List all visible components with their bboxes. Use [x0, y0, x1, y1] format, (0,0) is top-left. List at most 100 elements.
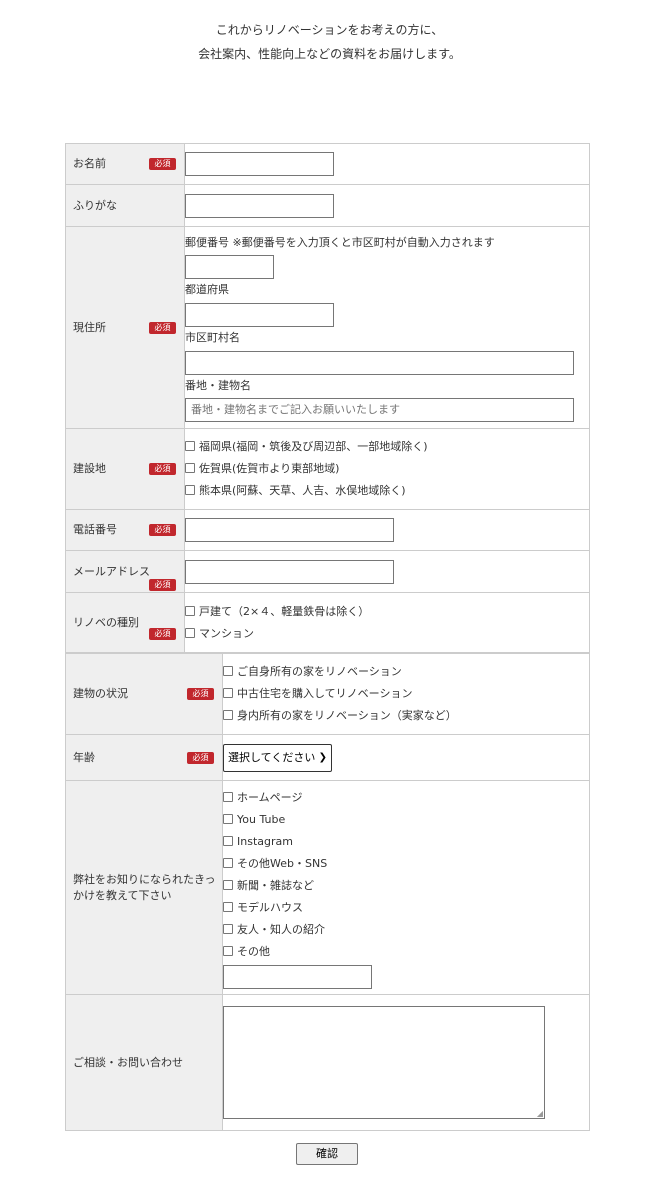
- contact-form-table-1: お名前 必須 ふりがな 現住所 必須 郵便番号 ※郵便番号を入力頂くと市区町村が…: [65, 143, 590, 653]
- checkbox[interactable]: [223, 835, 233, 846]
- address-value-cell: 郵便番号 ※郵便番号を入力頂くと市区町村が自動入力されます 都道府県 市区町村名…: [184, 226, 590, 429]
- renovation-type-value-cell: 戸建て（2×４、軽量鉄骨は除く） マンション: [184, 592, 590, 653]
- building-status-option-own[interactable]: ご自身所有の家をリノベーション: [223, 661, 589, 683]
- option-label: その他: [237, 944, 270, 958]
- phone-label: 電話番号: [73, 523, 117, 536]
- prefecture-input[interactable]: [185, 303, 334, 327]
- inquiry-textarea[interactable]: ◢: [223, 1006, 545, 1119]
- checkbox[interactable]: [185, 627, 195, 638]
- source-other-input[interactable]: [223, 964, 372, 989]
- checkbox[interactable]: [223, 857, 233, 868]
- checkbox[interactable]: [223, 879, 233, 890]
- prefecture-label: 都道府県: [185, 283, 229, 296]
- contact-form-table-2: 建物の状況 必須 ご自身所有の家をリノベーション 中古住宅を購入してリノベーショ…: [65, 653, 590, 1131]
- email-input[interactable]: [185, 559, 394, 584]
- name-input[interactable]: [185, 152, 334, 176]
- age-select-value: 選択してください: [228, 750, 316, 764]
- checkbox[interactable]: [223, 688, 233, 698]
- option-label: モデルハウス: [237, 900, 303, 914]
- option-label: その他Web・SNS: [237, 856, 328, 870]
- source-option-homepage[interactable]: ホームページ: [223, 787, 589, 809]
- row-name: お名前 必須: [65, 143, 590, 185]
- name-label-cell: お名前 必須: [65, 143, 185, 185]
- source-option-youtube[interactable]: You Tube: [223, 809, 589, 831]
- phone-input[interactable]: [185, 518, 394, 542]
- option-label: 友人・知人の紹介: [237, 922, 325, 936]
- intro-line-2: 会社案内、性能向上などの資料をお届けします。: [198, 47, 461, 61]
- renovation-type-option-condo[interactable]: マンション: [185, 623, 589, 645]
- age-label: 年齢: [73, 750, 95, 764]
- row-renovation-type: リノベの種別 必須 戸建て（2×４、軽量鉄骨は除く） マンション: [65, 592, 590, 653]
- furigana-value-cell: [184, 184, 590, 227]
- city-input[interactable]: [185, 351, 574, 375]
- row-age: 年齢 必須 選択してください ❯: [65, 734, 590, 781]
- option-label: マンション: [199, 626, 254, 640]
- address-label-cell: 現住所 必須: [65, 226, 185, 429]
- submit-button[interactable]: 確認: [296, 1143, 358, 1165]
- age-label-cell: 年齢 必須: [65, 734, 223, 781]
- building-status-value-cell: ご自身所有の家をリノベーション 中古住宅を購入してリノベーション 身内所有の家を…: [222, 653, 590, 735]
- row-source: 弊社をお知りになられたきっ かけを教えて下さい ホームページ You Tube …: [65, 780, 590, 995]
- row-inquiry: ご相談・お問い合わせ ◢: [65, 994, 590, 1131]
- age-select[interactable]: 選択してください ❯: [223, 743, 332, 772]
- required-badge: 必須: [149, 321, 176, 334]
- row-email: メールアドレス 必須: [65, 550, 590, 593]
- option-label: ホームページ: [237, 790, 303, 804]
- source-option-referral[interactable]: 友人・知人の紹介: [223, 919, 589, 941]
- renovation-type-option-house[interactable]: 戸建て（2×４、軽量鉄骨は除く）: [185, 601, 589, 623]
- checkbox[interactable]: [223, 666, 233, 676]
- row-address: 現住所 必須 郵便番号 ※郵便番号を入力頂くと市区町村が自動入力されます 都道府…: [65, 226, 590, 429]
- street-input[interactable]: 番地・建物名までご記入お願いいたします: [185, 398, 574, 422]
- email-value-cell: [184, 550, 590, 593]
- checkbox[interactable]: [185, 463, 195, 473]
- checkbox[interactable]: [185, 605, 195, 616]
- resize-handle-icon[interactable]: ◢: [537, 1109, 543, 1118]
- source-option-model-house[interactable]: モデルハウス: [223, 897, 589, 919]
- option-label: 戸建て（2×４、軽量鉄骨は除く）: [199, 604, 370, 618]
- checkbox[interactable]: [223, 923, 233, 934]
- source-option-newspaper[interactable]: 新聞・雑誌など: [223, 875, 589, 897]
- inquiry-label: ご相談・お問い合わせ: [73, 1055, 183, 1069]
- build-site-label-cell: 建設地 必須: [65, 428, 185, 510]
- furigana-input[interactable]: [185, 193, 334, 218]
- required-badge: 必須: [149, 158, 176, 170]
- checkbox[interactable]: [223, 901, 233, 912]
- checkbox[interactable]: [223, 710, 233, 720]
- checkbox[interactable]: [185, 441, 195, 451]
- option-label: ご自身所有の家をリノベーション: [237, 665, 402, 678]
- postal-code-input[interactable]: [185, 255, 274, 279]
- source-option-other-web[interactable]: その他Web・SNS: [223, 853, 589, 875]
- building-status-label-cell: 建物の状況 必須: [65, 653, 223, 735]
- street-label: 番地・建物名: [185, 379, 251, 392]
- building-status-option-used[interactable]: 中古住宅を購入してリノベーション: [223, 683, 589, 705]
- age-value-cell: 選択してください ❯: [222, 734, 590, 781]
- option-label: You Tube: [237, 812, 286, 826]
- building-status-label: 建物の状況: [73, 687, 128, 700]
- source-label-cell: 弊社をお知りになられたきっ かけを教えて下さい: [65, 780, 223, 995]
- build-site-option-kumamoto[interactable]: 熊本県(阿蘇、天草、人吉、水俣地域除く): [185, 480, 589, 502]
- required-badge: 必須: [149, 628, 176, 640]
- required-badge: 必須: [149, 524, 176, 536]
- checkbox[interactable]: [223, 945, 233, 956]
- build-site-value-cell: 福岡県(福岡・筑後及び周辺部、一部地域除く) 佐賀県(佐賀市より東部地域) 熊本…: [184, 428, 590, 510]
- checkbox[interactable]: [223, 791, 233, 802]
- source-option-other[interactable]: その他: [223, 941, 589, 963]
- renovation-type-label-cell: リノベの種別 必須: [65, 592, 185, 653]
- checkbox[interactable]: [223, 813, 233, 824]
- source-option-instagram[interactable]: Instagram: [223, 831, 589, 853]
- source-label-line-2: かけを教えて下さい: [73, 888, 172, 902]
- build-site-option-saga[interactable]: 佐賀県(佐賀市より東部地域): [185, 458, 589, 480]
- option-label: 福岡県(福岡・筑後及び周辺部、一部地域除く): [199, 440, 428, 453]
- building-status-option-family[interactable]: 身内所有の家をリノベーション（実家など）: [223, 705, 589, 727]
- intro-line-1: これからリノベーションをお考えの方に、: [215, 23, 444, 37]
- source-label-line-1: 弊社をお知りになられたきっ: [73, 872, 216, 886]
- name-label: お名前: [73, 157, 106, 170]
- chevron-down-icon: ❯: [318, 751, 327, 763]
- build-site-option-fukuoka[interactable]: 福岡県(福岡・筑後及び周辺部、一部地域除く): [185, 436, 589, 458]
- build-site-label: 建設地: [73, 462, 106, 475]
- phone-label-cell: 電話番号 必須: [65, 509, 185, 551]
- checkbox[interactable]: [185, 485, 195, 495]
- option-label: 佐賀県(佐賀市より東部地域): [199, 462, 340, 475]
- row-building-status: 建物の状況 必須 ご自身所有の家をリノベーション 中古住宅を購入してリノベーショ…: [65, 653, 590, 735]
- required-badge: 必須: [149, 579, 176, 591]
